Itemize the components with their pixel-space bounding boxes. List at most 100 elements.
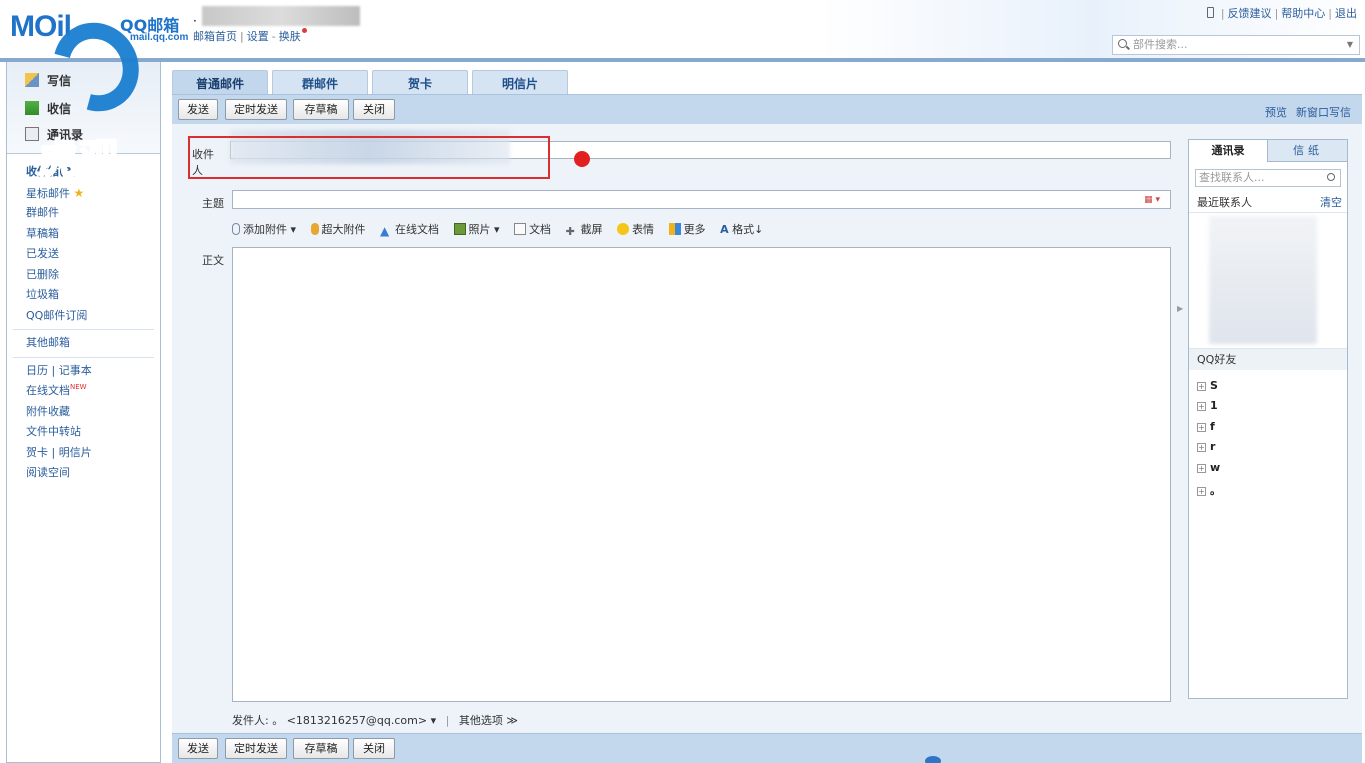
new-window-link[interactable]: 新窗口写信 [1296,104,1351,120]
top-toolbar: 发送 定时发送 存草稿 关闭 预览 新窗口写信 [172,94,1362,124]
mail-search-input[interactable]: 部件搜索... ▼ [1112,35,1360,55]
sidebar-quick-actions: 写信 收信 通讯录 [7,62,160,154]
save-draft-button[interactable]: 存草稿 [293,99,349,120]
format-icon: A [720,223,729,236]
link-settings[interactable]: 设置 [247,30,269,43]
online-doc-button[interactable]: ▲ 在线文档 [380,221,440,238]
contact-group[interactable]: + f [1197,420,1215,433]
sidebar-item-attachment-fav[interactable]: 附件收藏 [7,402,160,423]
expand-icon[interactable]: + [1197,402,1206,411]
schedule-send-button[interactable]: 定时发送 [225,99,287,120]
qq-mail-logo[interactable]: MOil QQ邮箱 mail.qq.com [10,8,188,48]
highlight-box [188,136,550,179]
qq-friends-header[interactable]: QQ好友 [1189,348,1347,370]
photo-button[interactable]: 照片 ▾ [453,221,500,237]
body-editor[interactable] [232,247,1171,702]
sidebar-item-starred[interactable]: 星标邮件 ★ [7,183,160,204]
close-button[interactable]: 关闭 [353,99,395,120]
sidebar-item-cards-postcards[interactable]: 贺卡 | 明信片 [7,443,160,464]
photo-label: 照片 [468,223,491,236]
large-attachment-label: 超大附件 [321,223,366,236]
online-doc-label: 在线文档 [395,223,440,236]
sidebar-item-inbox[interactable]: 收件箱(3) [7,162,160,183]
sender-value[interactable]: 。 <1813216257@qq.com> [272,714,427,727]
add-attachment-button[interactable]: 添加附件 ▾ [232,221,296,237]
subject-input[interactable]: ▦ ▾ [232,190,1171,209]
recent-contacts-label: 最近联系人 [1197,196,1252,209]
sidebar-contacts[interactable]: 通讯录 [25,126,83,143]
attachment-toolbar: 添加附件 ▾ 超大附件 ▲ 在线文档 照片 ▾ 文档 ✚ 截屏 表情 更多 A 格式… [232,221,774,239]
logo-domain: mail.qq.com [130,32,189,43]
tab-greeting-card[interactable]: 贺卡 [372,70,468,96]
sidebar-item-group-mail[interactable]: 群邮件 [7,203,160,224]
contact-search-input[interactable]: 查找联系人... [1195,169,1341,187]
tab-contacts[interactable]: 通讯录 [1189,140,1268,162]
user-nickname: · [193,14,197,28]
expand-icon[interactable]: + [1197,464,1206,473]
link-help[interactable]: 帮助中心 [1281,7,1325,20]
sidebar-item-deleted[interactable]: 已删除 [7,265,160,286]
large-attachment-button[interactable]: 超大附件 [310,221,366,237]
contact-group[interactable]: +。 [1197,482,1221,498]
chevron-down-icon[interactable]: ▼ [1347,36,1353,54]
document-button[interactable]: 文档 [514,221,551,237]
save-draft-button[interactable]: 存草稿 [293,738,349,759]
collapse-panel-arrow-icon[interactable]: ▶ [1177,304,1183,313]
emoji-button[interactable]: 表情 [617,221,654,237]
contact-group[interactable]: +1 [1197,399,1218,412]
search-icon [1327,173,1335,181]
contact-search-placeholder: 查找联系人... [1199,171,1265,184]
contact-group[interactable]: + r [1197,440,1215,453]
contact-group[interactable]: + S [1197,379,1218,392]
subject-format-icon[interactable]: ▦ ▾ [1144,195,1160,205]
expand-icon[interactable]: + [1197,487,1206,496]
skin-dot-icon [301,28,307,33]
recent-contacts-blurred [1209,216,1317,344]
format-button[interactable]: A 格式↓ [720,221,763,237]
sidebar-divider [13,329,154,330]
sidebar-receive[interactable]: 收信 [25,100,71,117]
sidebar-item-online-docs[interactable]: 在线文档NEW [7,381,160,402]
clear-recent-link[interactable]: 清空 [1320,193,1342,213]
send-button[interactable]: 发送 [178,99,218,120]
close-button[interactable]: 关闭 [353,738,395,759]
link-skin[interactable]: 换肤 [279,30,301,43]
recent-contacts-header: 最近联系人 清空 [1189,193,1347,213]
write-icon [25,73,39,87]
phone-icon[interactable] [1206,7,1214,18]
sidebar-item-calendar-notes[interactable]: 日历 | 记事本 [7,361,160,382]
sidebar-item-subscriptions[interactable]: QQ邮件订阅 [7,306,160,327]
tab-normal-mail[interactable]: 普通邮件 [172,70,268,96]
other-options-link[interactable]: 其他选项 [459,714,503,727]
expand-icon[interactable]: + [1197,382,1206,391]
contact-group[interactable]: + w [1197,461,1220,474]
more-icon [668,223,681,235]
schedule-send-button[interactable]: 定时发送 [225,738,287,759]
link-logout[interactable]: 退出 [1335,7,1357,20]
preview-link[interactable]: 预览 [1265,104,1287,120]
expand-icon[interactable]: + [1197,443,1206,452]
sender-label: 发件人: [232,714,269,727]
bottom-indicator-dot [925,756,941,763]
sidebar-item-other-mailbox[interactable]: 其他邮箱 [7,333,160,354]
sidebar-item-file-transfer[interactable]: 文件中转站 [7,422,160,443]
contact-group-label: 1 [1210,399,1218,412]
sidebar-item-sent[interactable]: 已发送 [7,244,160,265]
more-label: 更多 [683,223,706,236]
sidebar-receive-label: 收信 [47,102,72,116]
tab-group-mail[interactable]: 群邮件 [272,70,368,96]
tab-postcard[interactable]: 明信片 [472,70,568,96]
sidebar-item-drafts[interactable]: 草稿箱 [7,224,160,245]
sidebar-item-spam[interactable]: 垃圾箱 [7,285,160,306]
screenshot-button[interactable]: ✚ 截屏 [566,221,603,238]
link-home[interactable]: 邮箱首页 [193,30,237,43]
more-button[interactable]: 更多 [668,221,706,237]
header-bar: MOil QQ邮箱 mail.qq.com · 邮箱首页 | 设置 - 换肤 | 反馈建议… [0,0,1365,62]
send-button[interactable]: 发送 [178,738,218,759]
tab-stationery[interactable]: 信纸 [1269,140,1347,162]
sidebar-item-reading-space[interactable]: 阅读空间 [7,463,160,484]
link-feedback[interactable]: 反馈建议 [1228,7,1272,20]
new-badge: NEW [70,383,87,391]
expand-icon[interactable]: + [1197,423,1206,432]
sidebar-write[interactable]: 写信 [25,72,71,89]
